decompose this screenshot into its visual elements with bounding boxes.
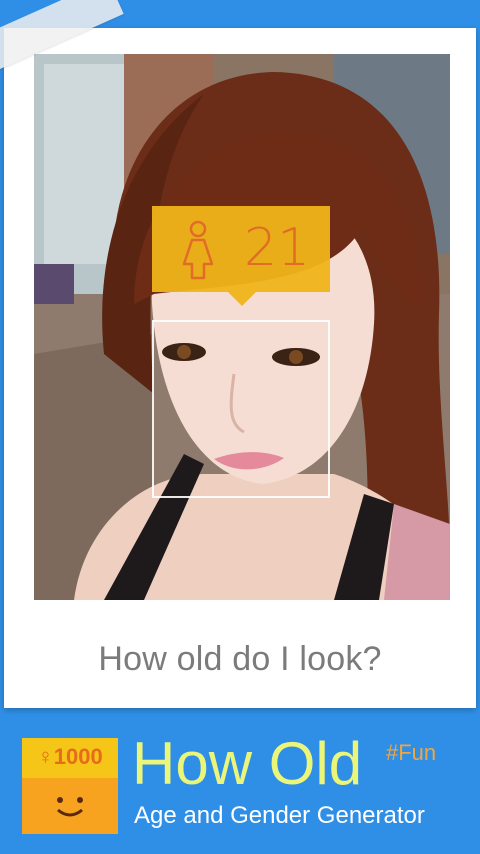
app-hashtag: #Fun [386, 740, 437, 765]
app-screen: 21 How old do I look? ♀1000 How Old #Fun… [0, 0, 480, 854]
face-detection-box [152, 320, 330, 498]
app-title: How Old [132, 730, 363, 797]
age-value: 21 [244, 218, 311, 278]
polaroid-card: 21 How old do I look? [4, 28, 476, 708]
photo-caption: How old do I look? [98, 640, 382, 678]
female-figure-icon [182, 220, 214, 280]
face-photo: 21 [34, 54, 450, 600]
age-badge: 21 [152, 206, 330, 306]
app-logo[interactable]: ♀1000 [22, 738, 118, 834]
app-banner[interactable]: ♀1000 How Old #Fun Age and Gender Genera… [0, 714, 480, 854]
app-logo-label: ♀1000 [37, 744, 103, 769]
smiley-face-icon [57, 797, 83, 817]
app-subtitle: Age and Gender Generator [134, 802, 425, 829]
